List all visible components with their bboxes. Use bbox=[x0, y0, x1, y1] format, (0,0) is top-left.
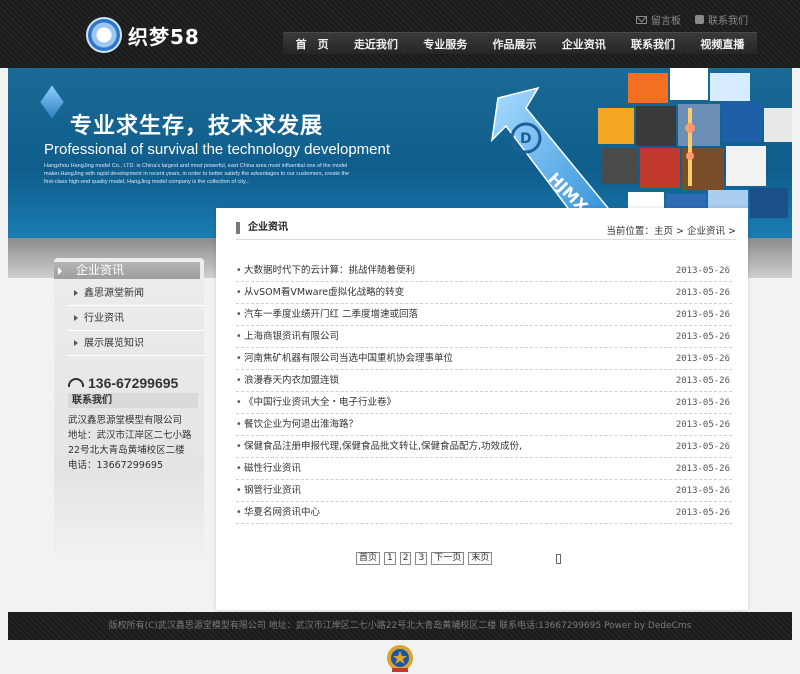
top-link-guestbook[interactable]: 留言板 bbox=[636, 12, 681, 27]
site-footer: 版权所有(C)武汉鑫思源堂模型有限公司 地址：武汉市江岸区二七小路22号北大青岛… bbox=[8, 612, 792, 640]
news-link[interactable]: 《中国行业资讯大全・电子行业卷》 bbox=[236, 392, 396, 414]
sidebar-item-industry-news[interactable]: 行业资讯 bbox=[68, 306, 204, 331]
top-link-label: 留言板 bbox=[651, 16, 681, 27]
page-title: 企业资讯 bbox=[236, 222, 288, 234]
sidebar-menu: 鑫思源堂新闻 行业资讯 展示展览知识 bbox=[68, 281, 204, 356]
mail-icon bbox=[636, 15, 647, 24]
sidebar: 企业资讯 鑫思源堂新闻 行业资讯 展示展览知识 136-67299695 联系我… bbox=[54, 258, 204, 563]
main-nav: 首 页 走近我们 专业服务 作品展示 企业资讯 联系我们 视频直播 bbox=[283, 32, 757, 54]
police-badge-icon[interactable] bbox=[385, 642, 415, 674]
list-item: 餐饮企业为何退出淮海路？ 2013-05-26 bbox=[236, 414, 732, 436]
sidebar-item-exhibition[interactable]: 展示展览知识 bbox=[68, 331, 204, 356]
news-date: 2013-05-26 bbox=[675, 420, 730, 430]
page-2-button[interactable]: 2 bbox=[399, 552, 412, 565]
news-date: 2013-05-26 bbox=[675, 486, 730, 496]
news-list: 大数据时代下的云计算：挑战伴随着便利 2013-05-26 从vSOM看VMwar… bbox=[236, 260, 732, 524]
contact-title: 联系我们 bbox=[68, 393, 198, 408]
nav-item-video[interactable]: 视频直播 bbox=[696, 36, 748, 52]
page-next-button[interactable]: 下一页 bbox=[431, 552, 465, 565]
phone-icon bbox=[695, 15, 704, 24]
news-link[interactable]: 华夏名网资讯中心 bbox=[236, 502, 320, 524]
news-date: 2013-05-26 bbox=[675, 508, 730, 518]
logo-text: 织梦58 bbox=[128, 24, 200, 49]
list-item: 河南焦矿机器有限公司当选中国重机协会理事单位 2013-05-26 bbox=[236, 348, 732, 370]
news-date: 2013-05-26 bbox=[675, 332, 730, 342]
page-first-button[interactable]: 首页 bbox=[356, 552, 381, 565]
nav-item-home[interactable]: 首 页 bbox=[292, 36, 333, 52]
news-date: 2013-05-26 bbox=[675, 354, 730, 364]
list-item: 华夏名网资讯中心 2013-05-26 bbox=[236, 502, 732, 524]
banner-description: Hangzhou HangJing model Co., LTD. is Chi… bbox=[44, 163, 350, 185]
top-link-label: 联系我们 bbox=[708, 16, 748, 27]
page-last-button[interactable]: 末页 bbox=[468, 552, 493, 565]
news-link[interactable]: 大数据时代下的云计算：挑战伴随着便利 bbox=[236, 260, 415, 282]
contact-info: 武汉鑫思源堂模型有限公司 地址：武汉市江岸区二七小路 22号北大青岛黄埔校区二楼… bbox=[68, 413, 204, 473]
nav-item-about[interactable]: 走近我们 bbox=[350, 36, 402, 52]
telephone-icon bbox=[68, 377, 84, 387]
contact-line: 电话：13667299695 bbox=[68, 460, 163, 471]
nav-item-contact[interactable]: 联系我们 bbox=[627, 36, 679, 52]
news-date: 2013-05-26 bbox=[675, 288, 730, 298]
breadcrumb-prefix: 当前位置： bbox=[606, 226, 654, 237]
cube-icon bbox=[40, 85, 64, 119]
news-date: 2013-05-26 bbox=[675, 376, 730, 386]
contact-line: 22号北大青岛黄埔校区二楼 bbox=[68, 445, 185, 456]
breadcrumb: 当前位置：主页 > 企业资讯 > bbox=[606, 223, 736, 237]
contact-line: 武汉鑫思源堂模型有限公司 bbox=[68, 415, 183, 426]
list-item: 钢管行业资讯 2013-05-26 bbox=[236, 480, 732, 502]
nav-item-works[interactable]: 作品展示 bbox=[488, 36, 540, 52]
sidebar-title: 企业资讯 bbox=[54, 262, 200, 279]
news-date: 2013-05-26 bbox=[675, 442, 730, 452]
news-link[interactable]: 磁性行业资讯 bbox=[236, 458, 301, 480]
nav-item-services[interactable]: 专业服务 bbox=[419, 36, 471, 52]
news-date: 2013-05-26 bbox=[675, 310, 730, 320]
list-item: 大数据时代下的云计算：挑战伴随着便利 2013-05-26 bbox=[236, 260, 732, 282]
list-item: 汽车一季度业绩开门红 二季度增速或回落 2013-05-26 bbox=[236, 304, 732, 326]
news-link[interactable]: 钢管行业资讯 bbox=[236, 480, 301, 502]
list-item: 浪漫春天内衣加盟连锁 2013-05-26 bbox=[236, 370, 732, 392]
news-link[interactable]: 浪漫春天内衣加盟连锁 bbox=[236, 370, 339, 392]
news-link[interactable]: 餐饮企业为何退出淮海路？ bbox=[236, 414, 358, 436]
news-link[interactable]: 汽车一季度业绩开门红 二季度增速或回落 bbox=[236, 304, 418, 326]
main-content: 企业资讯 当前位置：主页 > 企业资讯 > 大数据时代下的云计算：挑战伴随着便利… bbox=[216, 208, 748, 610]
page-3-button[interactable]: 3 bbox=[415, 552, 428, 565]
pagination: 首页 1 2 3 下一页 末页 bbox=[356, 552, 562, 565]
news-link[interactable]: 河南焦矿机器有限公司当选中国重机协会理事单位 bbox=[236, 348, 453, 370]
svg-text:D: D bbox=[520, 131, 532, 147]
banner-slogan-cn: 专业求生存，技术求发展 bbox=[70, 108, 323, 140]
news-date: 2013-05-26 bbox=[675, 464, 730, 474]
logo-flower-icon bbox=[86, 17, 122, 53]
breadcrumb-separator: > bbox=[728, 226, 736, 237]
news-link[interactable]: 从vSOM看VMware虚拟化战略的转变 bbox=[236, 282, 404, 304]
sidebar-phone-number: 136-67299695 bbox=[88, 375, 179, 391]
slogan-part-2: 技术求发展 bbox=[208, 114, 324, 139]
content-header: 企业资讯 当前位置：主页 > 企业资讯 > bbox=[236, 218, 736, 240]
list-item: 从vSOM看VMware虚拟化战略的转变 2013-05-26 bbox=[236, 282, 732, 304]
site-logo[interactable]: 织梦58 bbox=[86, 12, 214, 58]
news-date: 2013-05-26 bbox=[675, 398, 730, 408]
page-jump-box[interactable] bbox=[556, 553, 562, 564]
slogan-part-1: 专业求生存， bbox=[70, 114, 209, 139]
breadcrumb-separator: > bbox=[675, 226, 684, 237]
breadcrumb-home[interactable]: 主页 bbox=[654, 226, 673, 237]
list-item: 上海商银资讯有限公司 2013-05-26 bbox=[236, 326, 732, 348]
list-item: 磁性行业资讯 2013-05-26 bbox=[236, 458, 732, 480]
sidebar-item-company-news[interactable]: 鑫思源堂新闻 bbox=[68, 281, 204, 306]
sidebar-phone: 136-67299695 bbox=[68, 375, 178, 391]
breadcrumb-news[interactable]: 企业资讯 bbox=[687, 226, 725, 237]
news-link[interactable]: 上海商银资讯有限公司 bbox=[236, 326, 339, 348]
top-links: 留言板 联系我们 bbox=[636, 12, 748, 27]
banner-slogan-en: Professional of survival the technology … bbox=[44, 141, 391, 158]
list-item: 保健食品注册申报代理,保健食品批文转让,保健食品配方,功效成份, 2013-05-… bbox=[236, 436, 732, 458]
news-link[interactable]: 保健食品注册申报代理,保健食品批文转让,保健食品配方,功效成份, bbox=[236, 436, 522, 458]
page-1-button[interactable]: 1 bbox=[384, 552, 396, 565]
nav-item-news[interactable]: 企业资讯 bbox=[558, 36, 610, 52]
contact-line: 地址：武汉市江岸区二七小路 bbox=[68, 430, 192, 441]
site-header: 织梦58 留言板 联系我们 首 页 走近我们 专业服务 作品展示 企业资讯 联系… bbox=[0, 0, 800, 68]
news-date: 2013-05-26 bbox=[675, 266, 730, 276]
top-link-contact[interactable]: 联系我们 bbox=[695, 12, 748, 27]
list-item: 《中国行业资讯大全・电子行业卷》 2013-05-26 bbox=[236, 392, 732, 414]
